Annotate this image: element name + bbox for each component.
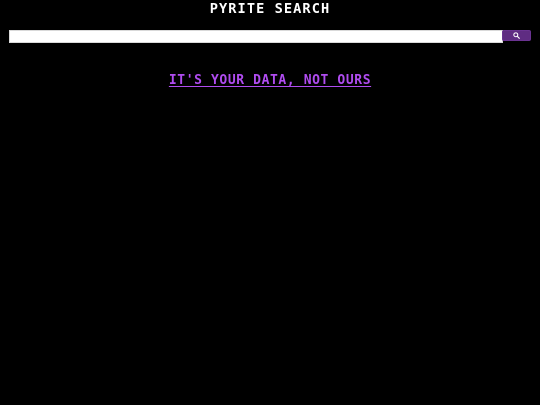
search-input[interactable] <box>9 30 503 43</box>
search-bar <box>9 30 531 43</box>
tagline: IT'S YOUR DATA, NOT OURS <box>0 73 540 89</box>
site-title: PYRITE SEARCH <box>209 2 331 17</box>
search-icon <box>513 32 520 39</box>
search-button[interactable] <box>502 30 531 41</box>
tagline-link[interactable]: IT'S YOUR DATA, NOT OURS <box>169 73 371 88</box>
